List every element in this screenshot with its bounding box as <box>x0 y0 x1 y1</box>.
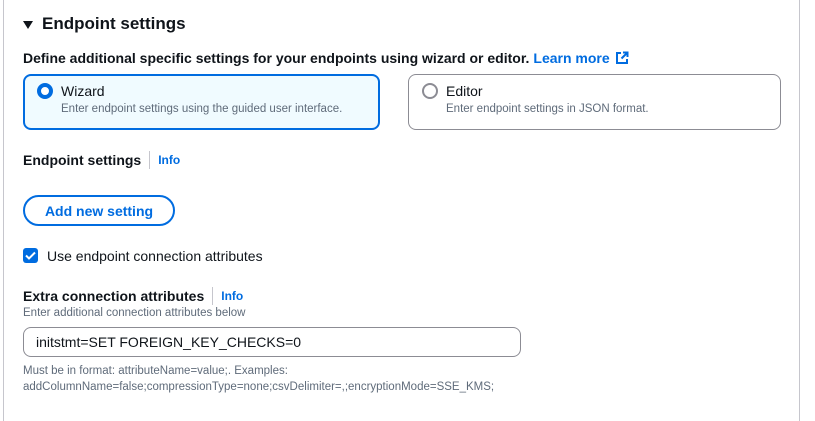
connection-attributes-checkbox[interactable] <box>23 248 38 263</box>
connection-attributes-checkbox-label[interactable]: Use endpoint connection attributes <box>47 248 263 264</box>
wizard-description: Enter endpoint settings using the guided… <box>61 103 343 115</box>
extra-attributes-hint: Enter additional connection attributes b… <box>23 307 246 319</box>
extra-attributes-label: Extra connection attributes <box>23 288 205 304</box>
wizard-label: Wizard <box>61 83 105 99</box>
endpoint-settings-label: Endpoint settings <box>23 152 142 168</box>
wizard-radio[interactable] <box>37 83 53 99</box>
learn-more-link[interactable]: Learn more <box>533 50 609 66</box>
editor-radio[interactable] <box>422 83 438 99</box>
extra-attributes-info-link[interactable]: Info <box>221 289 243 303</box>
extra-attributes-constraint: Must be in format: attributeName=value;.… <box>23 363 494 395</box>
wizard-option-tile[interactable]: Wizard Enter endpoint settings using the… <box>23 74 380 130</box>
section-description: Define additional specific settings for … <box>23 50 530 66</box>
info-divider <box>149 151 151 169</box>
endpoint-settings-label-row: Endpoint settings Info <box>23 151 180 169</box>
add-new-setting-button[interactable]: Add new setting <box>23 195 175 226</box>
external-link-icon[interactable] <box>615 51 629 65</box>
section-title: Endpoint settings <box>42 14 186 33</box>
editor-description: Enter endpoint settings in JSON format. <box>446 103 649 115</box>
extra-attributes-input[interactable] <box>23 327 521 357</box>
section-header-toggle[interactable]: Endpoint settings <box>23 14 186 34</box>
constraint-text-line: Must be in format: attributeName=value;.… <box>23 365 288 377</box>
endpoint-settings-info-link[interactable]: Info <box>158 153 180 167</box>
info-divider <box>212 287 214 305</box>
section-description-row: Define additional specific settings for … <box>23 50 629 66</box>
caret-down-icon <box>23 20 33 29</box>
editor-label: Editor <box>446 83 483 99</box>
checkmark-icon <box>25 251 36 260</box>
constraint-text-line: addColumnName=false;compressionType=none… <box>23 381 495 393</box>
editor-option-tile[interactable]: Editor Enter endpoint settings in JSON f… <box>408 74 781 130</box>
extra-attributes-label-row: Extra connection attributes Info <box>23 287 243 305</box>
